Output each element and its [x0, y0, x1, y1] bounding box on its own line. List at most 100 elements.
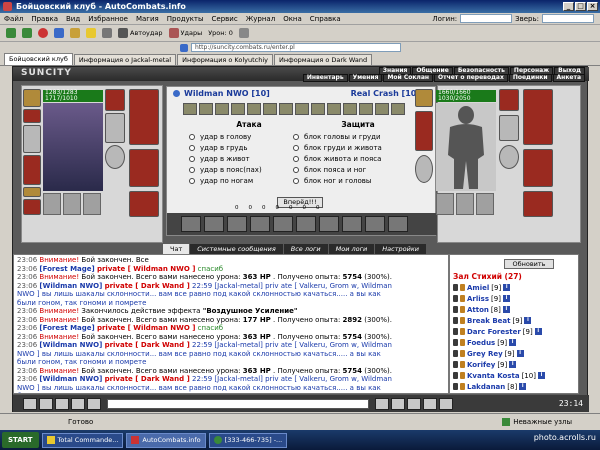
- private-icon[interactable]: [453, 328, 458, 335]
- cloak-slot-left[interactable]: [129, 89, 159, 145]
- chat-segment[interactable]: были гоном, так гономи и помрете: [17, 392, 146, 393]
- task-autocombats[interactable]: AutoCombats.info: [126, 432, 206, 448]
- private-icon[interactable]: [453, 372, 458, 379]
- attack-belly[interactable]: удар в живот: [189, 153, 309, 164]
- nav-profile[interactable]: Анкета: [552, 74, 585, 82]
- users-icon[interactable]: [423, 397, 437, 410]
- info-icon[interactable]: i: [519, 383, 527, 390]
- spell-icon[interactable]: [181, 216, 201, 232]
- shield-slot-right[interactable]: [415, 155, 433, 183]
- private-icon[interactable]: [453, 383, 458, 390]
- radio-icon[interactable]: [189, 144, 195, 151]
- boots-slot-right[interactable]: [523, 191, 553, 217]
- tab-system-messages[interactable]: Системные сообщения: [190, 244, 283, 254]
- forward-button[interactable]: [20, 26, 34, 40]
- info-icon[interactable]: i: [534, 328, 542, 335]
- chat-segment[interactable]: 22:59 [Jackal-metal] priv ate [ Valkeru,…: [192, 341, 392, 349]
- radio-icon[interactable]: [293, 144, 299, 151]
- tab-chat[interactable]: Чат: [163, 244, 190, 254]
- user-name[interactable]: Amiel: [467, 284, 489, 292]
- radio-icon[interactable]: [189, 166, 195, 173]
- ring-slot-right-3[interactable]: [476, 193, 494, 215]
- user-name[interactable]: Grey Rey: [467, 350, 503, 358]
- block-legs-head[interactable]: блок ног и головы: [293, 175, 423, 186]
- chat-segment[interactable]: были гоном, так гономи и помрете: [17, 358, 146, 366]
- nav-fights[interactable]: Поединки: [508, 74, 552, 82]
- boots-slot-left[interactable]: [129, 191, 159, 217]
- shoulder-slot-left[interactable]: [105, 89, 125, 111]
- weapon-slot-right[interactable]: [499, 115, 519, 141]
- translit-icon[interactable]: [391, 397, 405, 410]
- effect-icon[interactable]: [327, 103, 341, 115]
- shield-slot-left[interactable]: [105, 113, 125, 143]
- pants-slot-right[interactable]: [523, 149, 553, 187]
- pants-slot-left[interactable]: [129, 149, 159, 187]
- spell-icon[interactable]: [227, 216, 247, 232]
- chat-input[interactable]: [107, 398, 369, 409]
- nav-skills[interactable]: Умения: [348, 74, 383, 82]
- close-button[interactable]: ×: [587, 2, 598, 11]
- radio-icon[interactable]: [189, 155, 195, 162]
- belt-slot-left[interactable]: [23, 187, 41, 197]
- chat-segment[interactable]: [Wildman NWO]: [39, 341, 102, 349]
- info-icon[interactable]: i: [516, 350, 524, 357]
- menu-favorites[interactable]: Избранное: [88, 15, 128, 23]
- menu-help[interactable]: Справка: [310, 15, 341, 23]
- effect-icon[interactable]: [247, 103, 261, 115]
- effect-icon[interactable]: [215, 103, 229, 115]
- effect-icon[interactable]: [391, 103, 405, 115]
- block-chest-belly[interactable]: блок груди и живота: [293, 142, 423, 153]
- autoudar-button[interactable]: Автоудар: [116, 26, 165, 40]
- door-input[interactable]: [542, 14, 594, 23]
- right-fighter-avatar[interactable]: [436, 103, 496, 191]
- fighter-left-name[interactable]: Wildman NWO [10]: [184, 89, 270, 98]
- tab-info-kolyutchiy[interactable]: Информация о Kolyutchiy: [177, 54, 274, 65]
- chat-segment[interactable]: [Forest Mage]: [39, 265, 94, 273]
- spell-icon[interactable]: [204, 216, 224, 232]
- tools-button[interactable]: [100, 26, 114, 40]
- armor-slot-left[interactable]: [23, 155, 41, 185]
- room-user[interactable]: Korifey [9] i: [453, 359, 575, 370]
- private-icon[interactable]: [453, 317, 458, 324]
- fighter-right-name[interactable]: Real Crash [10]: [351, 89, 420, 98]
- spell-icon[interactable]: [296, 216, 316, 232]
- user-name[interactable]: Atton: [467, 306, 489, 314]
- spell-icon[interactable]: [319, 216, 339, 232]
- color-icon[interactable]: [407, 397, 421, 410]
- user-name[interactable]: Kvanta Kosta: [467, 372, 520, 380]
- user-name[interactable]: Korifey: [467, 361, 495, 369]
- info-icon[interactable]: i: [524, 317, 532, 324]
- menu-edit[interactable]: Правка: [31, 15, 58, 23]
- login-input[interactable]: [460, 14, 513, 23]
- info-icon[interactable]: [173, 89, 180, 97]
- private-icon[interactable]: [453, 361, 458, 368]
- amulet-slot-left[interactable]: [23, 109, 41, 123]
- room-user[interactable]: Arliss [9] i: [453, 293, 575, 304]
- menu-journal[interactable]: Журнал: [246, 15, 275, 23]
- user-name[interactable]: Darc Forester: [467, 328, 521, 336]
- radio-icon[interactable]: [293, 155, 299, 162]
- chat-segment[interactable]: [Wildman NWO]: [39, 375, 102, 383]
- tab-settings[interactable]: Настройки: [375, 244, 426, 254]
- map-icon[interactable]: [439, 397, 453, 410]
- minimize-button[interactable]: _: [563, 2, 574, 11]
- tab-all-logs[interactable]: Все логи: [283, 244, 328, 254]
- cloak-slot-right[interactable]: [523, 89, 553, 145]
- radio-icon[interactable]: [293, 166, 299, 173]
- left-fighter-avatar[interactable]: [43, 103, 103, 191]
- info-icon[interactable]: i: [509, 339, 517, 346]
- effect-icon[interactable]: [375, 103, 389, 115]
- armor-slot-right[interactable]: [415, 111, 433, 151]
- nav-transfers[interactable]: Отчет о переводах: [434, 74, 508, 82]
- effect-icon[interactable]: [279, 103, 293, 115]
- task-total-commander[interactable]: Total Commande...: [41, 432, 124, 448]
- effect-icon[interactable]: [231, 103, 245, 115]
- user-name[interactable]: Arliss: [467, 295, 489, 303]
- udary-button[interactable]: Удары: [167, 26, 205, 40]
- effect-icon[interactable]: [183, 103, 197, 115]
- block-belly-belt[interactable]: блок живота и пояса: [293, 153, 423, 164]
- chat-log[interactable]: 23:06 Внимание! Бой закончен. Все 23:06 […: [13, 254, 449, 394]
- maximize-button[interactable]: □: [575, 2, 586, 11]
- start-button[interactable]: START: [2, 432, 39, 448]
- spell-icon[interactable]: [365, 216, 385, 232]
